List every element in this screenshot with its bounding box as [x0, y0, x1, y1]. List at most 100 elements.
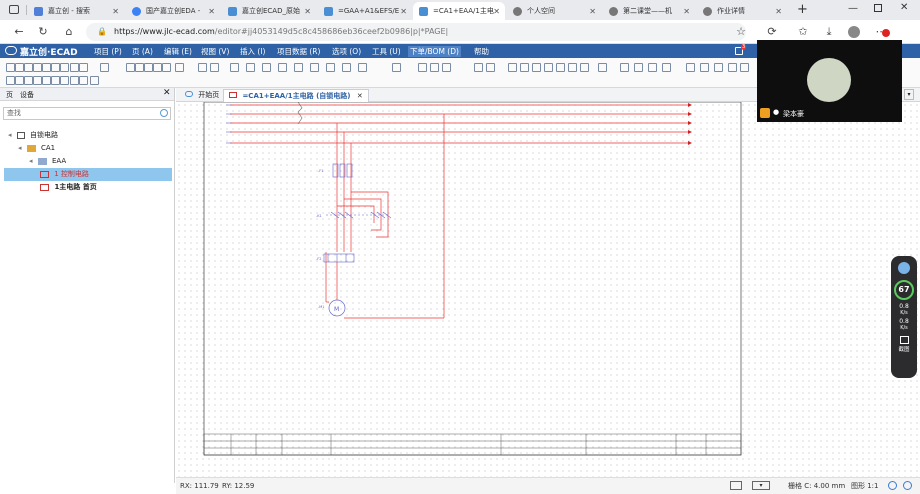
- browser-tab[interactable]: 作业详情 ✕: [697, 2, 787, 20]
- tab-devices[interactable]: 设备: [20, 90, 34, 100]
- close-icon[interactable]: ✕: [357, 92, 363, 100]
- close-icon[interactable]: ✕: [589, 7, 596, 16]
- menu-project-data[interactable]: 项目数据 (R): [277, 46, 320, 57]
- toolbar-tool-icon[interactable]: [580, 63, 589, 72]
- dropdown-arrow-icon[interactable]: ▾: [904, 89, 914, 100]
- menu-insert[interactable]: 插入 (I): [240, 46, 265, 57]
- toolbar-tool-icon[interactable]: [442, 63, 451, 72]
- toolbar-tool-icon[interactable]: [15, 76, 24, 85]
- toolbar-tool-icon[interactable]: [60, 63, 69, 72]
- toolbar-tool-icon[interactable]: [70, 63, 79, 72]
- toolbar-tool-icon[interactable]: [568, 63, 577, 72]
- toolbar-tool-icon[interactable]: [24, 76, 33, 85]
- toolbar-tool-icon[interactable]: [532, 63, 541, 72]
- search-input[interactable]: 查找: [3, 107, 171, 120]
- toolbar-tool-icon[interactable]: [51, 76, 60, 85]
- download-icon[interactable]: ⤓: [822, 25, 836, 39]
- toolbar-tool-icon[interactable]: [598, 63, 607, 72]
- toolbar-tool-icon[interactable]: [6, 63, 15, 72]
- toolbar-tool-icon[interactable]: [6, 76, 15, 85]
- close-icon[interactable]: ✕: [112, 7, 119, 16]
- toolbar-tool-icon[interactable]: [714, 63, 723, 72]
- toolbar-tool-icon[interactable]: [342, 63, 351, 72]
- doc-tab-main-circuit[interactable]: =CA1+EAA/1主电路 (自锁电路) ✕: [223, 89, 369, 102]
- toolbar-tool-icon[interactable]: [79, 63, 88, 72]
- toolbar-tool-icon[interactable]: [486, 63, 495, 72]
- tab-pages[interactable]: 页: [6, 90, 13, 100]
- browser-tab[interactable]: 嘉立创 - 搜索 ✕: [28, 2, 124, 20]
- browser-tab[interactable]: =GAA+A1&EFS/E ✕: [318, 2, 412, 20]
- toolbar-tool-icon[interactable]: [42, 63, 51, 72]
- screenshot-label[interactable]: 截图: [891, 345, 917, 353]
- toolbar-tool-icon[interactable]: [474, 63, 483, 72]
- toolbar-tool-icon[interactable]: [144, 63, 153, 72]
- toolbar-tool-icon[interactable]: [634, 63, 643, 72]
- doc-tab-start[interactable]: 开始页: [180, 89, 224, 102]
- toolbar-tool-icon[interactable]: [60, 76, 69, 85]
- browser-tab[interactable]: 国产嘉立创EDA - ✕: [126, 2, 220, 20]
- expand-arrow-icon[interactable]: ◂: [29, 157, 33, 165]
- layout-icon[interactable]: [730, 481, 742, 490]
- zoom-out-icon[interactable]: [903, 481, 912, 490]
- toolbar-tool-icon[interactable]: [662, 63, 671, 72]
- toolbar-tool-icon[interactable]: [544, 63, 553, 72]
- tree-item-project[interactable]: ◂ 自锁电路: [8, 129, 58, 142]
- toolbar-tool-icon[interactable]: [33, 76, 42, 85]
- extensions-icon[interactable]: ⟳: [765, 25, 779, 39]
- favorites-icon[interactable]: ✩: [796, 25, 810, 39]
- close-icon[interactable]: ✕: [400, 7, 407, 16]
- toolbar-tool-icon[interactable]: [294, 63, 303, 72]
- toolbar-tool-icon[interactable]: [175, 63, 184, 72]
- toolbar-tool-icon[interactable]: [392, 63, 401, 72]
- toolbar-tool-icon[interactable]: [210, 63, 219, 72]
- toolbar-tool-icon[interactable]: [262, 63, 271, 72]
- toolbar-tool-icon[interactable]: [620, 63, 629, 72]
- toolbar-tool-icon[interactable]: [153, 63, 162, 72]
- toolbar-tool-icon[interactable]: [278, 63, 287, 72]
- tree-item-main-circuit[interactable]: 1主电路 首页: [40, 181, 97, 194]
- menu-page[interactable]: 页 (A): [132, 46, 153, 57]
- menu-edit[interactable]: 编辑 (E): [164, 46, 192, 57]
- toolbar-tool-icon[interactable]: [90, 76, 99, 85]
- toolbar-tool-icon[interactable]: [740, 63, 749, 72]
- toolbar-tool-icon[interactable]: [700, 63, 709, 72]
- menu-help[interactable]: 帮助: [474, 46, 489, 57]
- toolbar-tool-icon[interactable]: [556, 63, 565, 72]
- back-arrow-icon[interactable]: ←: [12, 25, 26, 39]
- toolbar-tool-icon[interactable]: [686, 63, 695, 72]
- browser-tab-active[interactable]: =CA1+EAA/1主电 ✕: [413, 2, 505, 20]
- toolbar-tool-icon[interactable]: [728, 63, 737, 72]
- toolbar-tool-icon[interactable]: [70, 76, 79, 85]
- toolbar-tool-icon[interactable]: [42, 76, 51, 85]
- menu-order-bom[interactable]: 下单/BOM (D): [408, 46, 461, 57]
- toolbar-tool-icon[interactable]: [508, 63, 517, 72]
- close-icon[interactable]: ✕: [683, 7, 690, 16]
- schematic-canvas[interactable]: M -F1 -K1 -F2 -M1: [176, 101, 920, 483]
- toolbar-tool-icon[interactable]: [79, 76, 88, 85]
- screenshot-icon[interactable]: [899, 336, 909, 344]
- toolbar-tool-icon[interactable]: [162, 63, 171, 72]
- browser-tab[interactable]: 个人空间 ✕: [507, 2, 601, 20]
- toolbar-tool-icon[interactable]: [126, 63, 135, 72]
- menu-project[interactable]: 项目 (P): [94, 46, 122, 57]
- favorite-star-icon[interactable]: ☆: [734, 25, 748, 39]
- menu-tools[interactable]: 工具 (U): [372, 46, 401, 57]
- grid-dropdown[interactable]: ▾: [752, 481, 770, 490]
- home-icon[interactable]: ⌂: [62, 25, 76, 39]
- toolbar-tool-icon[interactable]: [15, 63, 24, 72]
- toolbar-tool-icon[interactable]: [33, 63, 42, 72]
- toolbar-tool-icon[interactable]: [51, 63, 60, 72]
- minimize-button[interactable]: —: [848, 3, 858, 14]
- close-icon[interactable]: ✕: [208, 7, 215, 16]
- reload-icon[interactable]: ↻: [36, 25, 50, 39]
- toolbar-tool-icon[interactable]: [358, 63, 367, 72]
- toolbar-tool-icon[interactable]: [24, 63, 33, 72]
- toolbar-tool-icon[interactable]: [310, 63, 319, 72]
- toolbar-tool-icon[interactable]: [198, 63, 207, 72]
- toolbar-tool-icon[interactable]: [418, 63, 427, 72]
- toolbar-tool-icon[interactable]: [430, 63, 439, 72]
- toolbar-tool-icon[interactable]: [135, 63, 144, 72]
- zoom-in-icon[interactable]: [888, 481, 897, 490]
- close-icon[interactable]: ✕: [493, 7, 500, 16]
- close-window-button[interactable]: ✕: [900, 2, 908, 13]
